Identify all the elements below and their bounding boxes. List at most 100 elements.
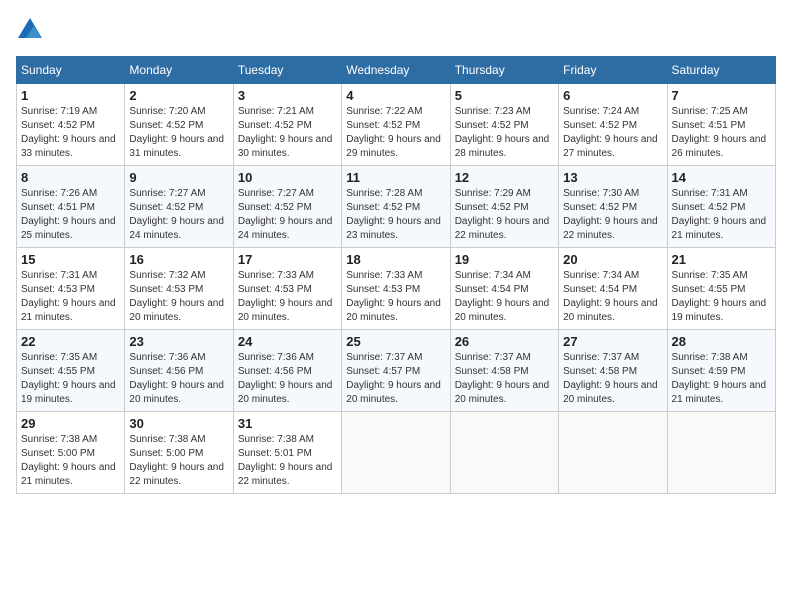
day-number: 26: [455, 334, 554, 349]
weekday-header-sunday: Sunday: [17, 57, 125, 84]
calendar-day-cell: 5 Sunrise: 7:23 AM Sunset: 4:52 PM Dayli…: [450, 84, 558, 166]
calendar-week-row: 15 Sunrise: 7:31 AM Sunset: 4:53 PM Dayl…: [17, 248, 776, 330]
day-number: 13: [563, 170, 662, 185]
day-number: 16: [129, 252, 228, 267]
sunrise-label: Sunrise: 7:33 AM: [238, 270, 314, 281]
sunrise-label: Sunrise: 7:23 AM: [455, 106, 531, 117]
day-number: 17: [238, 252, 337, 267]
day-number: 8: [21, 170, 120, 185]
day-info: Sunrise: 7:19 AM Sunset: 4:52 PM Dayligh…: [21, 105, 120, 161]
day-number: 14: [672, 170, 771, 185]
daylight-label: Daylight: 9 hours and 20 minutes.: [129, 298, 224, 323]
day-info: Sunrise: 7:26 AM Sunset: 4:51 PM Dayligh…: [21, 187, 120, 243]
daylight-label: Daylight: 9 hours and 21 minutes.: [672, 216, 767, 241]
weekday-header-thursday: Thursday: [450, 57, 558, 84]
day-number: 21: [672, 252, 771, 267]
calendar-day-cell: 25 Sunrise: 7:37 AM Sunset: 4:57 PM Dayl…: [342, 330, 450, 412]
daylight-label: Daylight: 9 hours and 20 minutes.: [238, 298, 333, 323]
day-info: Sunrise: 7:31 AM Sunset: 4:53 PM Dayligh…: [21, 269, 120, 325]
daylight-label: Daylight: 9 hours and 22 minutes.: [238, 462, 333, 487]
calendar-day-cell: [559, 412, 667, 494]
day-number: 19: [455, 252, 554, 267]
daylight-label: Daylight: 9 hours and 21 minutes.: [21, 298, 116, 323]
calendar-day-cell: 21 Sunrise: 7:35 AM Sunset: 4:55 PM Dayl…: [667, 248, 775, 330]
day-number: 29: [21, 416, 120, 431]
sunset-label: Sunset: 4:52 PM: [346, 120, 420, 131]
sunrise-label: Sunrise: 7:36 AM: [129, 352, 205, 363]
daylight-label: Daylight: 9 hours and 19 minutes.: [672, 298, 767, 323]
day-number: 20: [563, 252, 662, 267]
sunset-label: Sunset: 4:52 PM: [21, 120, 95, 131]
daylight-label: Daylight: 9 hours and 26 minutes.: [672, 134, 767, 159]
sunset-label: Sunset: 4:53 PM: [346, 284, 420, 295]
calendar-day-cell: 17 Sunrise: 7:33 AM Sunset: 4:53 PM Dayl…: [233, 248, 341, 330]
sunrise-label: Sunrise: 7:38 AM: [129, 434, 205, 445]
calendar-day-cell: 11 Sunrise: 7:28 AM Sunset: 4:52 PM Dayl…: [342, 166, 450, 248]
daylight-label: Daylight: 9 hours and 22 minutes.: [563, 216, 658, 241]
sunrise-label: Sunrise: 7:22 AM: [346, 106, 422, 117]
day-info: Sunrise: 7:34 AM Sunset: 4:54 PM Dayligh…: [455, 269, 554, 325]
day-number: 22: [21, 334, 120, 349]
sunset-label: Sunset: 4:52 PM: [238, 120, 312, 131]
sunrise-label: Sunrise: 7:34 AM: [455, 270, 531, 281]
day-number: 24: [238, 334, 337, 349]
calendar-day-cell: [450, 412, 558, 494]
calendar-day-cell: 13 Sunrise: 7:30 AM Sunset: 4:52 PM Dayl…: [559, 166, 667, 248]
calendar-day-cell: 26 Sunrise: 7:37 AM Sunset: 4:58 PM Dayl…: [450, 330, 558, 412]
day-info: Sunrise: 7:20 AM Sunset: 4:52 PM Dayligh…: [129, 105, 228, 161]
day-info: Sunrise: 7:35 AM Sunset: 4:55 PM Dayligh…: [672, 269, 771, 325]
sunrise-label: Sunrise: 7:38 AM: [672, 352, 748, 363]
day-info: Sunrise: 7:36 AM Sunset: 4:56 PM Dayligh…: [129, 351, 228, 407]
sunset-label: Sunset: 4:52 PM: [238, 202, 312, 213]
sunrise-label: Sunrise: 7:35 AM: [21, 352, 97, 363]
sunrise-label: Sunrise: 7:38 AM: [238, 434, 314, 445]
sunset-label: Sunset: 4:53 PM: [129, 284, 203, 295]
calendar-day-cell: 29 Sunrise: 7:38 AM Sunset: 5:00 PM Dayl…: [17, 412, 125, 494]
sunrise-label: Sunrise: 7:27 AM: [238, 188, 314, 199]
sunset-label: Sunset: 5:01 PM: [238, 448, 312, 459]
daylight-label: Daylight: 9 hours and 31 minutes.: [129, 134, 224, 159]
day-info: Sunrise: 7:38 AM Sunset: 5:01 PM Dayligh…: [238, 433, 337, 489]
daylight-label: Daylight: 9 hours and 20 minutes.: [563, 380, 658, 405]
day-number: 7: [672, 88, 771, 103]
sunset-label: Sunset: 4:51 PM: [672, 120, 746, 131]
calendar-day-cell: 30 Sunrise: 7:38 AM Sunset: 5:00 PM Dayl…: [125, 412, 233, 494]
day-info: Sunrise: 7:35 AM Sunset: 4:55 PM Dayligh…: [21, 351, 120, 407]
calendar-day-cell: 16 Sunrise: 7:32 AM Sunset: 4:53 PM Dayl…: [125, 248, 233, 330]
daylight-label: Daylight: 9 hours and 21 minutes.: [21, 462, 116, 487]
sunrise-label: Sunrise: 7:28 AM: [346, 188, 422, 199]
daylight-label: Daylight: 9 hours and 22 minutes.: [455, 216, 550, 241]
weekday-header-wednesday: Wednesday: [342, 57, 450, 84]
weekday-header-monday: Monday: [125, 57, 233, 84]
sunrise-label: Sunrise: 7:31 AM: [672, 188, 748, 199]
sunrise-label: Sunrise: 7:37 AM: [455, 352, 531, 363]
sunset-label: Sunset: 4:52 PM: [563, 202, 637, 213]
calendar-day-cell: 2 Sunrise: 7:20 AM Sunset: 4:52 PM Dayli…: [125, 84, 233, 166]
sunset-label: Sunset: 5:00 PM: [129, 448, 203, 459]
day-info: Sunrise: 7:34 AM Sunset: 4:54 PM Dayligh…: [563, 269, 662, 325]
sunset-label: Sunset: 4:57 PM: [346, 366, 420, 377]
day-info: Sunrise: 7:29 AM Sunset: 4:52 PM Dayligh…: [455, 187, 554, 243]
day-info: Sunrise: 7:30 AM Sunset: 4:52 PM Dayligh…: [563, 187, 662, 243]
day-info: Sunrise: 7:38 AM Sunset: 5:00 PM Dayligh…: [21, 433, 120, 489]
calendar-header-row: SundayMondayTuesdayWednesdayThursdayFrid…: [17, 57, 776, 84]
daylight-label: Daylight: 9 hours and 33 minutes.: [21, 134, 116, 159]
sunrise-label: Sunrise: 7:33 AM: [346, 270, 422, 281]
sunrise-label: Sunrise: 7:31 AM: [21, 270, 97, 281]
sunset-label: Sunset: 4:52 PM: [563, 120, 637, 131]
sunset-label: Sunset: 5:00 PM: [21, 448, 95, 459]
day-info: Sunrise: 7:22 AM Sunset: 4:52 PM Dayligh…: [346, 105, 445, 161]
day-info: Sunrise: 7:24 AM Sunset: 4:52 PM Dayligh…: [563, 105, 662, 161]
logo: [16, 16, 48, 44]
sunrise-label: Sunrise: 7:27 AM: [129, 188, 205, 199]
calendar-day-cell: 8 Sunrise: 7:26 AM Sunset: 4:51 PM Dayli…: [17, 166, 125, 248]
daylight-label: Daylight: 9 hours and 25 minutes.: [21, 216, 116, 241]
calendar-day-cell: [342, 412, 450, 494]
calendar-day-cell: 1 Sunrise: 7:19 AM Sunset: 4:52 PM Dayli…: [17, 84, 125, 166]
sunset-label: Sunset: 4:55 PM: [672, 284, 746, 295]
weekday-header-saturday: Saturday: [667, 57, 775, 84]
sunset-label: Sunset: 4:52 PM: [455, 120, 529, 131]
sunrise-label: Sunrise: 7:19 AM: [21, 106, 97, 117]
sunset-label: Sunset: 4:53 PM: [238, 284, 312, 295]
day-number: 23: [129, 334, 228, 349]
